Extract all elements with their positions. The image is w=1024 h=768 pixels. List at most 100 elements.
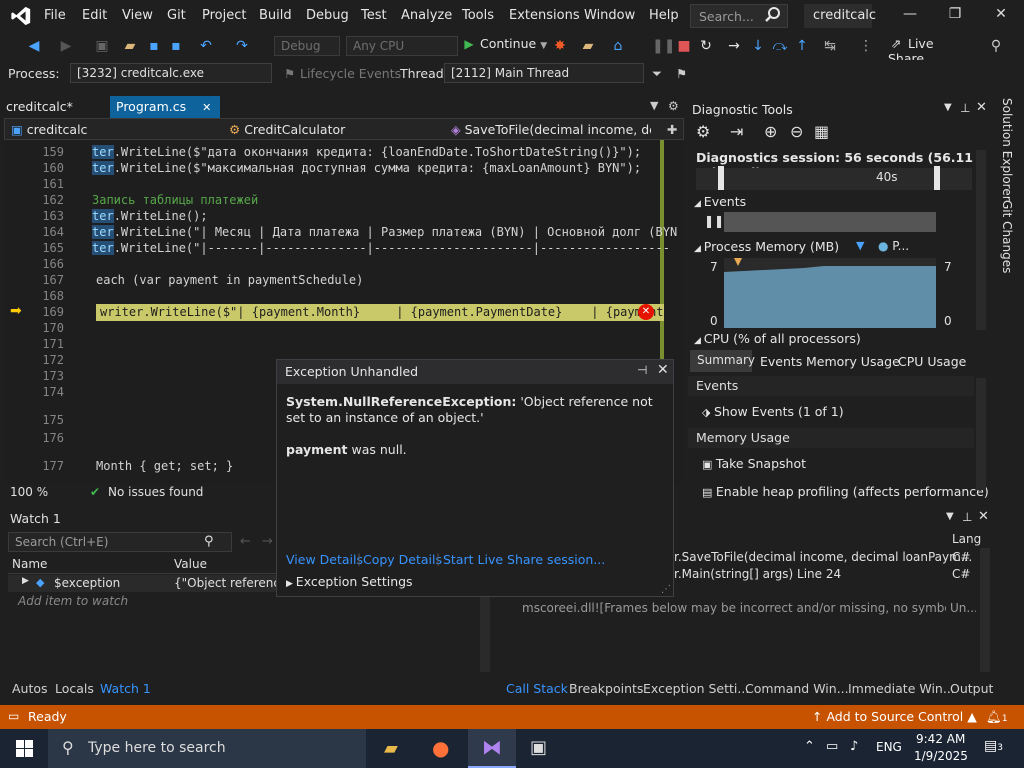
heap-profiling-checkbox[interactable]: ▤ Enable heap profiling (affects perform… bbox=[702, 484, 989, 499]
view-details-link[interactable]: View Details bbox=[286, 552, 363, 567]
issues-status[interactable]: No issues found bbox=[108, 485, 203, 499]
tab-list-dropdown-icon[interactable]: ▼ bbox=[650, 99, 658, 112]
firefox-icon[interactable]: ● bbox=[432, 736, 449, 760]
volume-icon[interactable]: ♪ bbox=[850, 739, 858, 754]
pin-icon[interactable]: ⊣ bbox=[637, 363, 647, 377]
export-icon[interactable]: ⇥ bbox=[730, 122, 743, 141]
tab-events[interactable]: Events bbox=[760, 354, 802, 369]
pause-icon[interactable]: ❚❚ bbox=[652, 36, 675, 56]
callstack-row[interactable]: mscoreei.dll![Frames below may be incorr… bbox=[522, 601, 976, 617]
pin-icon[interactable]: ⊥ bbox=[962, 510, 972, 524]
pause-events-icon[interactable]: ❚❚ bbox=[704, 214, 724, 228]
tab-memory-usage[interactable]: Memory Usage bbox=[806, 354, 900, 369]
lifecycle-events-label[interactable]: Lifecycle Events bbox=[300, 66, 401, 81]
menu-tools[interactable]: Tools bbox=[462, 8, 494, 23]
menu-build[interactable]: Build bbox=[259, 8, 292, 23]
method-nav-dropdown[interactable]: ◈ SaveToFile(decimal income, decim bbox=[451, 122, 651, 137]
panel-dropdown-icon[interactable]: ▼ bbox=[946, 511, 954, 522]
tab-command-window[interactable]: Command Win... bbox=[745, 681, 849, 696]
show-events-link[interactable]: ⬗ Show Events (1 of 1) bbox=[702, 404, 844, 419]
callstack-row[interactable]: r.Main(string[] args) Line 24 C# bbox=[674, 567, 976, 583]
take-snapshot-button[interactable]: ▣ Take Snapshot bbox=[702, 456, 806, 471]
copy-details-link[interactable]: Copy Details bbox=[363, 552, 442, 567]
navigate-back-icon[interactable]: ◀ bbox=[24, 36, 44, 56]
menu-view[interactable]: View bbox=[122, 8, 153, 23]
file-explorer-icon[interactable]: ▰ bbox=[384, 738, 398, 759]
cpu-section-header[interactable]: ◢ CPU (% of all processors) bbox=[694, 331, 861, 346]
zoom-in-icon[interactable]: ⊕ bbox=[764, 122, 777, 141]
events-section-header[interactable]: ◢ Events bbox=[694, 194, 746, 209]
tab-call-stack[interactable]: Call Stack bbox=[506, 681, 568, 696]
settings-gear-icon[interactable]: ⚙ bbox=[668, 99, 679, 113]
memory-graph[interactable] bbox=[724, 258, 936, 328]
process-dropdown[interactable]: [3232] creditcalc.exe bbox=[70, 63, 272, 83]
step-over-icon[interactable]: ⤼ bbox=[770, 36, 790, 56]
git-changes-tab[interactable]: Git Changes bbox=[1000, 200, 1014, 273]
exception-settings-toggle[interactable]: ▶ Exception Settings bbox=[286, 574, 413, 589]
watch-forward-icon[interactable]: → bbox=[262, 534, 273, 549]
restore-icon[interactable]: ❐ bbox=[945, 6, 965, 26]
tab-autos[interactable]: Autos bbox=[12, 681, 48, 696]
tab-cpu-usage[interactable]: CPU Usage bbox=[898, 354, 966, 369]
callstack-scrollbar[interactable] bbox=[980, 548, 990, 672]
menu-extensions[interactable]: Extensions bbox=[509, 8, 580, 23]
timeline-end-handle[interactable] bbox=[934, 166, 940, 190]
tab-program-cs[interactable]: Program.cs ✕ bbox=[110, 96, 220, 118]
minimize-icon[interactable]: — bbox=[900, 6, 920, 26]
step-out-icon[interactable]: ↑ bbox=[792, 36, 812, 56]
panel-close-icon[interactable]: ✕ bbox=[976, 100, 987, 115]
taskbar-search-input[interactable]: ⚲ Type here to search bbox=[48, 729, 366, 768]
project-nav-dropdown[interactable]: ▣ creditcalc bbox=[11, 122, 87, 137]
tab-creditcalc[interactable]: creditcalc* bbox=[6, 99, 73, 114]
menu-project[interactable]: Project bbox=[202, 8, 246, 23]
navigate-forward-icon[interactable]: ▶ bbox=[56, 36, 76, 56]
tab-locals[interactable]: Locals bbox=[55, 681, 94, 696]
undo-icon[interactable]: ↶ bbox=[196, 36, 216, 56]
tab-close-icon[interactable]: ✕ bbox=[202, 101, 211, 114]
add-watch-item[interactable]: Add item to watch bbox=[18, 594, 128, 608]
open-folder-icon[interactable]: ▰ bbox=[120, 36, 140, 56]
network-icon[interactable]: ▭ bbox=[826, 739, 838, 754]
memory-section-header[interactable]: ◢ Process Memory (MB) bbox=[694, 239, 839, 254]
lifecycle-icon[interactable]: ⚑ bbox=[284, 66, 295, 81]
show-next-statement-icon[interactable]: → bbox=[724, 36, 744, 56]
resize-grip-icon[interactable]: ⋰ bbox=[661, 584, 671, 595]
watch-search-input[interactable]: Search (Ctrl+E) bbox=[8, 532, 232, 552]
watch-back-icon[interactable]: ← bbox=[240, 534, 251, 549]
visual-studio-taskbar-icon[interactable]: ⧓ bbox=[468, 729, 516, 768]
live-share-button[interactable]: ⇗ Live Share bbox=[888, 36, 968, 66]
watch-scrollbar[interactable] bbox=[480, 592, 490, 672]
diag-scrollbar-bottom[interactable] bbox=[976, 378, 986, 490]
tab-summary[interactable]: Summary bbox=[690, 350, 755, 372]
tab-exception-settings[interactable]: Exception Setti... bbox=[643, 681, 749, 696]
flag-thread-icon[interactable]: ⚑ bbox=[676, 66, 687, 81]
configuration-dropdown[interactable]: Debug bbox=[274, 36, 340, 56]
menu-analyze[interactable]: Analyze bbox=[401, 8, 452, 23]
events-track[interactable] bbox=[724, 212, 936, 232]
settings-icon[interactable]: ⚙ bbox=[696, 122, 710, 141]
new-project-icon[interactable]: ▣ bbox=[92, 36, 112, 56]
reset-view-icon[interactable]: ▦ bbox=[814, 122, 829, 141]
step-into-icon[interactable]: ↓ bbox=[748, 36, 768, 56]
console-app-icon[interactable]: ▣ bbox=[530, 737, 547, 758]
source-control-button[interactable]: ↑ Add to Source Control ▲ bbox=[812, 709, 977, 724]
tab-output[interactable]: Output bbox=[950, 681, 993, 696]
timeline-ruler[interactable] bbox=[696, 168, 972, 190]
redo-icon[interactable]: ↷ bbox=[232, 36, 252, 56]
clock-time[interactable]: 9:42 AM bbox=[916, 732, 965, 746]
solution-explorer-tab[interactable]: Solution Explorer bbox=[1000, 98, 1014, 201]
menu-file[interactable]: File bbox=[44, 8, 66, 23]
exception-close-icon[interactable]: ✕ bbox=[657, 362, 669, 378]
windows-start-icon[interactable] bbox=[16, 740, 33, 757]
restart-icon[interactable]: ↻ bbox=[696, 36, 716, 56]
exception-error-icon[interactable]: ✕ bbox=[638, 304, 654, 320]
notifications-icon[interactable]: 🔔︎1 bbox=[986, 709, 1008, 725]
feedback-icon[interactable]: ⚲ bbox=[986, 36, 1006, 56]
zoom-dropdown[interactable]: 100 % bbox=[10, 485, 48, 499]
menu-window[interactable]: Window bbox=[584, 8, 635, 23]
save-icon[interactable]: ▪ bbox=[144, 36, 164, 56]
tab-breakpoints[interactable]: Breakpoints bbox=[569, 681, 643, 696]
continue-button[interactable]: ▶ Continue ▼ bbox=[462, 36, 550, 56]
panel-close-icon[interactable]: ✕ bbox=[978, 509, 989, 524]
callstack-row[interactable]: r.SaveToFile(decimal income, decimal loa… bbox=[674, 550, 976, 566]
